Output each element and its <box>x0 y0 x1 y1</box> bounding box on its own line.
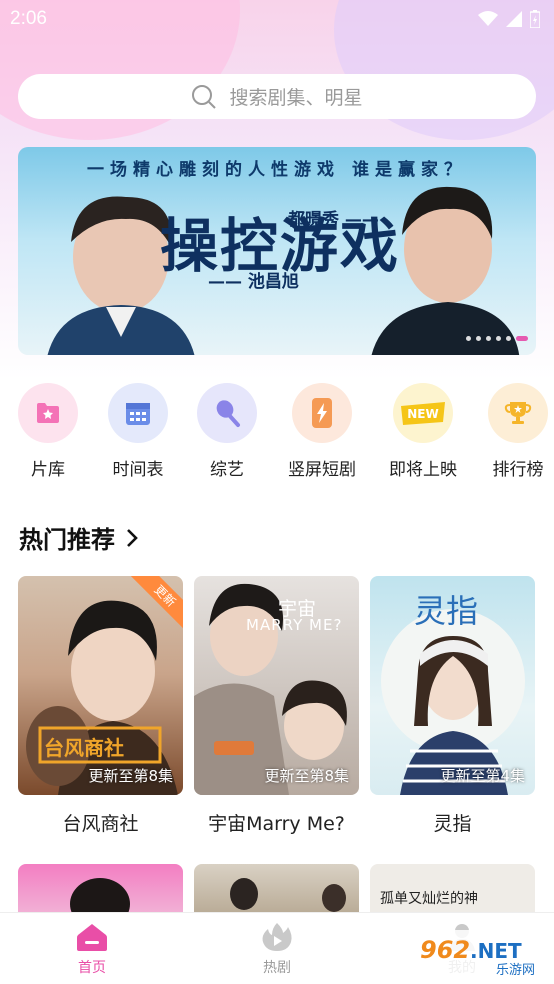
status-time: 2:06 <box>10 8 47 29</box>
poster-logo: 台风商社 <box>44 736 124 760</box>
category-coming-soon[interactable]: NEW 即将上映 <box>383 383 463 480</box>
new-icon: NEW <box>393 383 453 443</box>
hot-drama-icon <box>262 923 292 951</box>
drama-card[interactable]: 灵指 更新至第4集 灵指 <box>370 576 535 836</box>
battery-icon <box>530 10 540 28</box>
search-icon <box>192 84 217 109</box>
svg-text:.NET: .NET <box>470 939 522 963</box>
drama-card[interactable]: 孤单又灿烂的神 <box>370 864 535 914</box>
carousel-dot[interactable] <box>476 336 481 341</box>
drama-title: 灵指 <box>433 813 472 835</box>
drama-poster: 宇宙 MARRY ME? 更新至第8集 <box>194 576 359 795</box>
drama-card[interactable] <box>18 864 183 914</box>
carousel-dot-active[interactable] <box>516 336 528 341</box>
section-title: 热门推荐 <box>19 526 115 554</box>
trophy-icon <box>488 383 548 443</box>
signal-icon <box>506 11 522 27</box>
update-status: 更新至第8集 <box>88 767 173 785</box>
tab-label: 热剧 <box>263 960 291 976</box>
carousel-indicator <box>466 336 528 341</box>
banner-actor-right-name: 都暻秀 —— <box>288 210 379 230</box>
wifi-icon <box>478 11 498 26</box>
carousel-dot[interactable] <box>486 336 491 341</box>
carousel-dot[interactable] <box>506 336 511 341</box>
category-label: 综艺 <box>210 460 244 480</box>
drama-poster: 台风商社 更新 更新至第8集 <box>18 576 183 795</box>
tab-label: 首页 <box>78 960 106 976</box>
category-shortcuts: 片库 时间表 综艺 竖屏短剧 NEW 即将上映 排行榜 <box>0 383 554 483</box>
category-film-library[interactable]: 片库 <box>8 383 88 480</box>
drama-card[interactable]: 宇宙 MARRY ME? 更新至第8集 宇宙Marry Me? <box>194 576 359 836</box>
svg-text:962: 962 <box>420 936 470 964</box>
poster-subtitle: MARRY ME? <box>246 616 343 634</box>
category-label: 即将上映 <box>389 460 457 480</box>
category-short-drama[interactable]: 竖屏短剧 <box>282 383 362 480</box>
section-hot-recommend[interactable]: 热门推荐 <box>19 520 139 555</box>
category-label: 片库 <box>31 460 65 480</box>
carousel-dot[interactable] <box>496 336 501 341</box>
category-label: 时间表 <box>112 460 164 480</box>
calendar-icon <box>108 383 168 443</box>
home-icon <box>77 924 107 951</box>
poster-title: 灵指 <box>414 592 479 630</box>
category-schedule[interactable]: 时间表 <box>98 383 178 480</box>
tab-home[interactable]: 首页 <box>42 921 142 977</box>
update-status: 更新至第4集 <box>440 767 525 785</box>
drama-title: 宇宙Marry Me? <box>208 813 345 835</box>
category-label: 排行榜 <box>492 460 544 480</box>
search-placeholder: 搜索剧集、明星 <box>229 87 363 109</box>
status-bar: 2:06 <box>0 0 554 38</box>
drama-title: 台风商社 <box>62 813 139 835</box>
watermark-logo: 962 .NET 乐游网 <box>414 930 550 978</box>
category-ranking[interactable]: 排行榜 <box>478 383 554 480</box>
drama-poster: 灵指 更新至第4集 <box>370 576 535 795</box>
drama-card[interactable] <box>194 864 359 914</box>
category-label: 竖屏短剧 <box>288 460 356 480</box>
svg-text:乐游网: 乐游网 <box>496 963 535 978</box>
banner-actor-left-name: —— 池昌旭 <box>208 272 299 292</box>
search-bar[interactable]: 搜索剧集、明星 <box>18 74 536 119</box>
tab-hot-drama[interactable]: 热剧 <box>227 921 327 977</box>
status-icons <box>478 10 540 28</box>
svg-text:NEW: NEW <box>407 407 438 421</box>
carousel-dot[interactable] <box>466 336 471 341</box>
chevron-right-icon <box>127 528 138 547</box>
banner-carousel[interactable]: 一场精心雕刻的人性游戏 谁是赢家？ 操控游戏 都暻秀 —— —— 池昌旭 <box>18 147 536 355</box>
variety-icon <box>197 383 257 443</box>
drama-card[interactable]: 台风商社 更新 更新至第8集 台风商社 <box>18 576 183 836</box>
category-variety[interactable]: 综艺 <box>187 383 267 480</box>
film-library-icon <box>18 383 78 443</box>
short-drama-icon <box>292 383 352 443</box>
poster-title: 孤单又灿烂的神 <box>380 891 478 907</box>
update-status: 更新至第8集 <box>264 767 349 785</box>
